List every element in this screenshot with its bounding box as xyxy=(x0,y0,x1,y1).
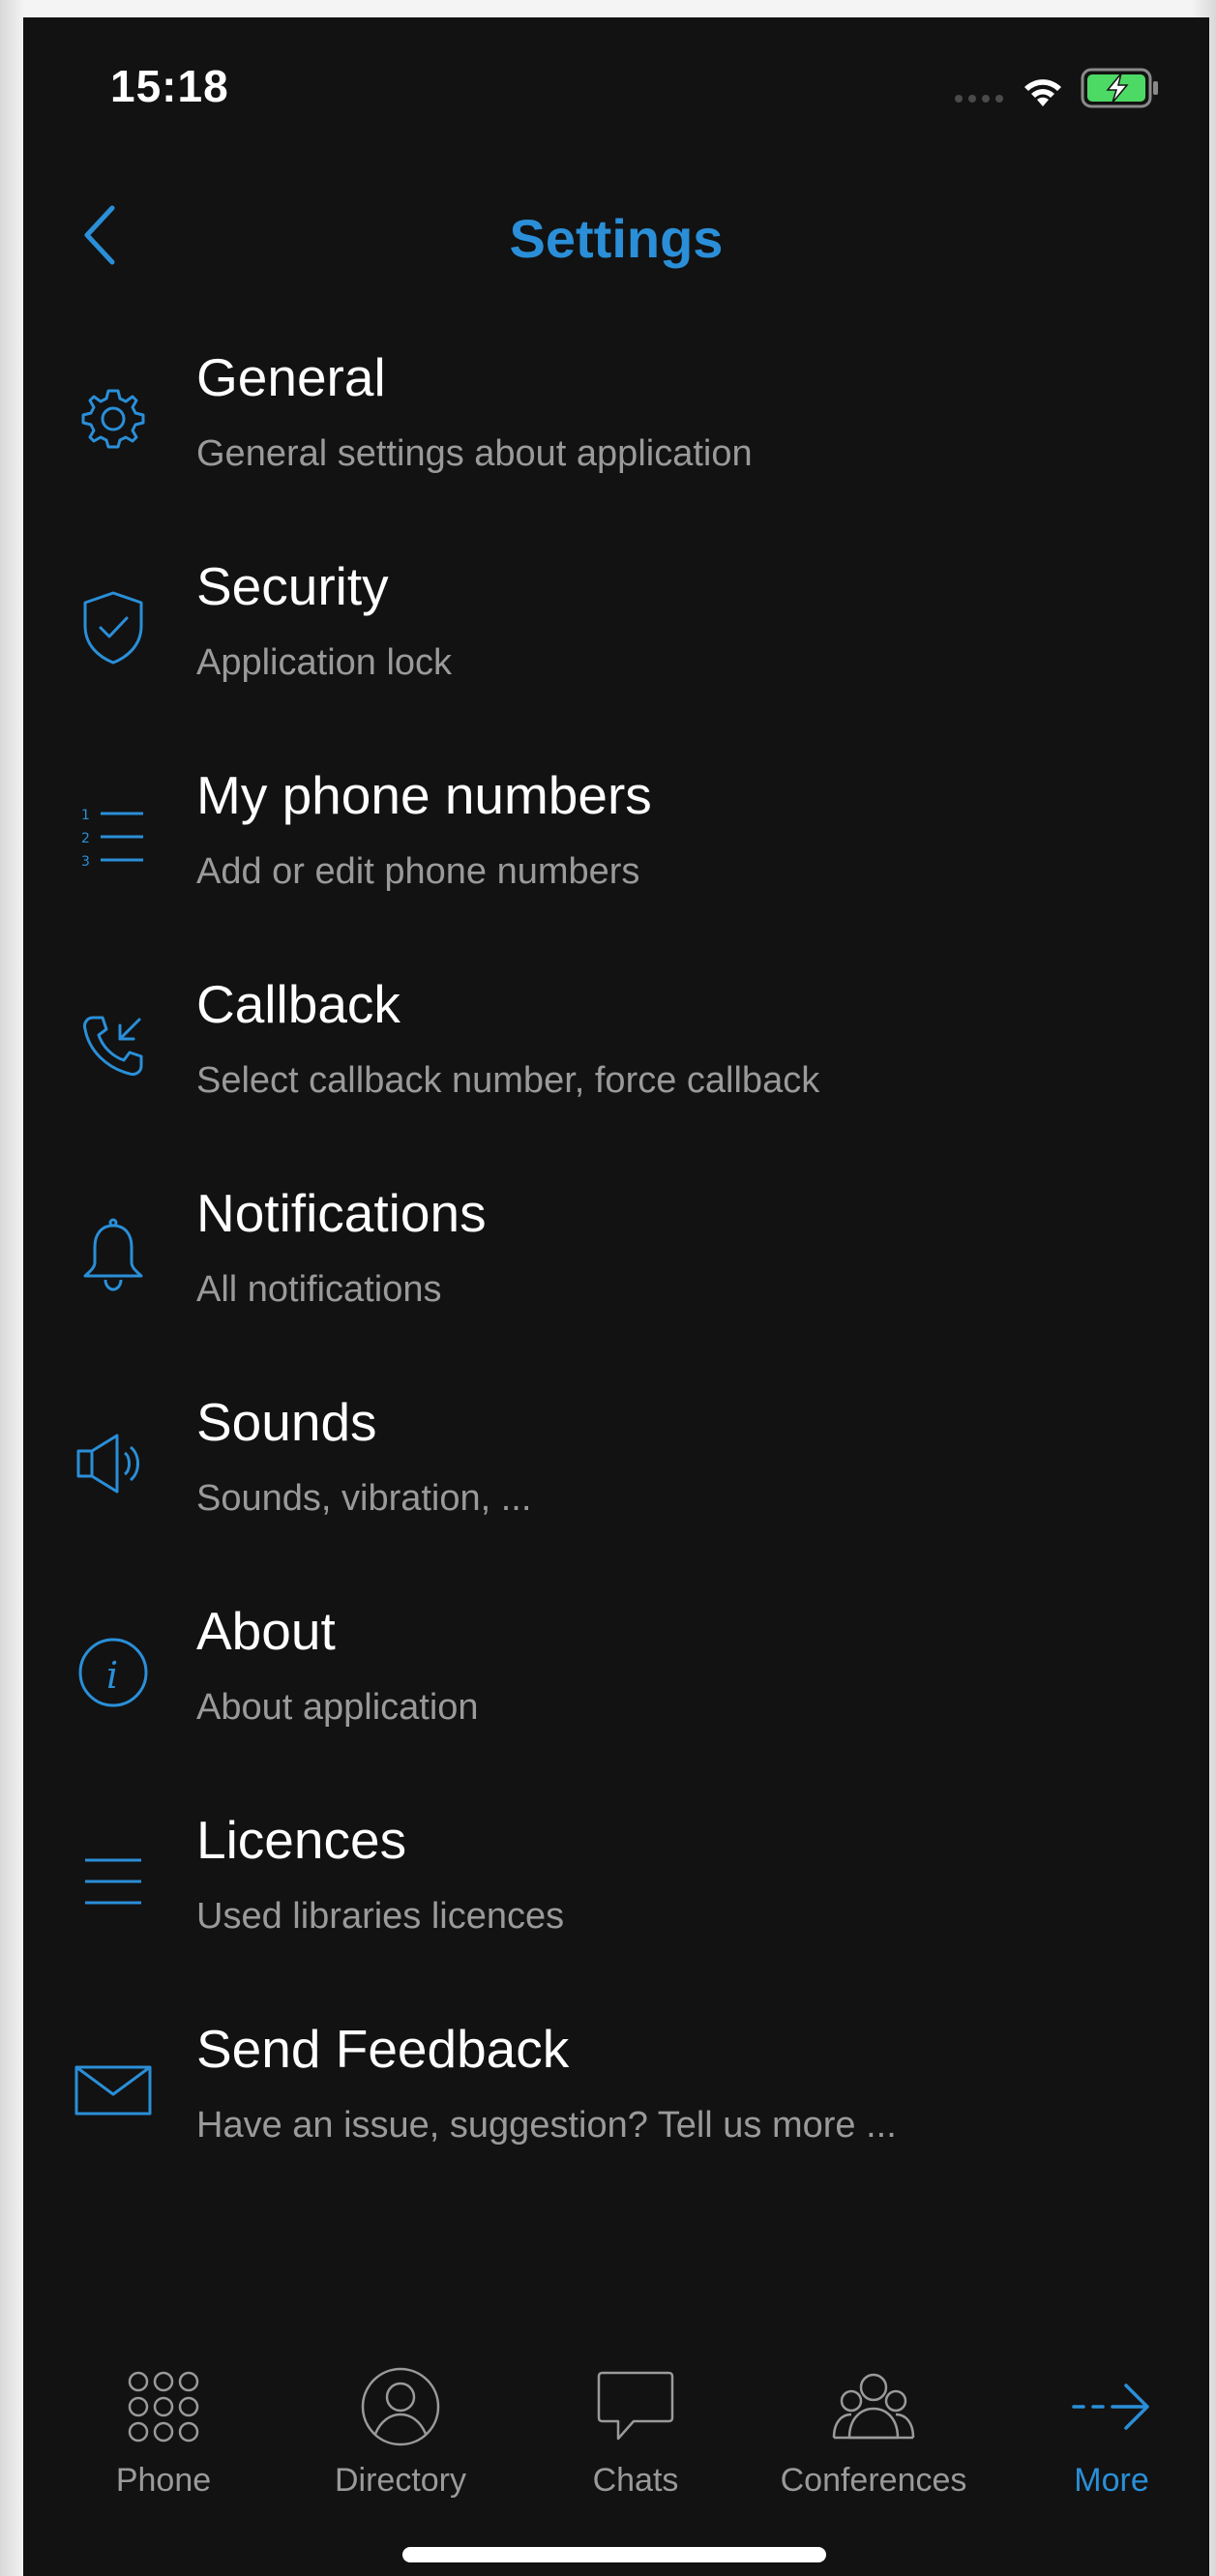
battery-charging-icon xyxy=(1081,68,1160,113)
info-icon: i xyxy=(70,1629,157,1716)
tab-directory[interactable]: Directory xyxy=(284,2344,517,2508)
lines-icon xyxy=(70,1838,157,1925)
settings-item-subtitle: Used libraries licences xyxy=(196,1896,565,1937)
settings-item-licences[interactable]: Licences Used libraries licences xyxy=(23,1799,1209,2008)
settings-item-title: Security xyxy=(196,556,389,616)
settings-item-subtitle: Add or edit phone numbers xyxy=(196,851,640,892)
keypad-icon xyxy=(47,2363,280,2450)
shield-check-icon xyxy=(70,584,157,671)
numbered-list-icon: 1 2 3 xyxy=(70,793,157,880)
bell-icon xyxy=(70,1211,157,1298)
settings-item-subtitle: Select callback number, force callback xyxy=(196,1060,820,1101)
person-icon xyxy=(284,2363,517,2450)
settings-item-sounds[interactable]: Sounds Sounds, vibration, ... xyxy=(23,1381,1209,1590)
wifi-icon xyxy=(1020,74,1066,113)
gear-icon xyxy=(70,375,157,462)
settings-item-title: Licences xyxy=(196,1810,407,1870)
settings-item-subtitle: General settings about application xyxy=(196,433,753,474)
app-screen: 15:18 Settings General General settings … xyxy=(23,17,1209,2576)
tab-label: Directory xyxy=(334,2462,467,2499)
settings-item-title: Send Feedback xyxy=(196,2019,570,2079)
svg-text:3: 3 xyxy=(81,854,90,868)
settings-item-general[interactable]: General General settings about applicati… xyxy=(23,337,1209,546)
settings-item-callback[interactable]: Callback Select callback number, force c… xyxy=(23,963,1209,1172)
chat-bubble-icon xyxy=(519,2363,752,2450)
status-bar: 15:18 xyxy=(23,17,1209,163)
settings-item-title: About xyxy=(196,1601,336,1661)
settings-item-title: Notifications xyxy=(196,1183,487,1243)
tab-label: Chats xyxy=(592,2462,679,2499)
tab-conferences[interactable]: Conferences xyxy=(757,2344,990,2508)
tab-more[interactable]: More xyxy=(995,2344,1209,2508)
settings-item-subtitle: Sounds, vibration, ... xyxy=(196,1478,532,1519)
speaker-icon xyxy=(70,1420,157,1507)
settings-item-subtitle: About application xyxy=(196,1687,479,1728)
device-frame: 15:18 Settings General General settings … xyxy=(0,0,1216,2576)
settings-item-title: General xyxy=(196,347,386,407)
settings-item-send-feedback[interactable]: Send Feedback Have an issue, suggestion?… xyxy=(23,2008,1209,2217)
tab-chats[interactable]: Chats xyxy=(519,2344,752,2508)
status-time: 15:18 xyxy=(110,61,229,111)
settings-item-title: Sounds xyxy=(196,1392,377,1452)
settings-item-title: My phone numbers xyxy=(196,765,652,825)
group-icon xyxy=(757,2363,990,2450)
envelope-icon xyxy=(70,2047,157,2134)
settings-item-subtitle: All notifications xyxy=(196,1269,442,1310)
page-title: Settings xyxy=(509,208,724,269)
arrow-right-icon xyxy=(995,2363,1209,2450)
tab-label: Conferences xyxy=(780,2462,967,2499)
settings-item-notifications[interactable]: Notifications All notifications xyxy=(23,1172,1209,1381)
svg-text:1: 1 xyxy=(81,808,90,823)
settings-list: General General settings about applicati… xyxy=(23,337,1209,2217)
home-indicator[interactable] xyxy=(402,2547,826,2562)
tab-bar: Phone Directory Chats Conferences More xyxy=(23,2344,1209,2508)
settings-item-my-phone-numbers[interactable]: 1 2 3 My phone numbers Add or edit phone… xyxy=(23,755,1209,963)
tab-label: More xyxy=(1074,2462,1149,2499)
settings-item-title: Callback xyxy=(196,974,400,1034)
settings-item-subtitle: Application lock xyxy=(196,642,453,683)
tab-phone[interactable]: Phone xyxy=(47,2344,280,2508)
settings-item-security[interactable]: Security Application lock xyxy=(23,546,1209,755)
settings-item-about[interactable]: i About About application xyxy=(23,1590,1209,1799)
cellular-signal-icon xyxy=(955,95,1003,103)
tab-label: Phone xyxy=(115,2462,212,2499)
svg-text:2: 2 xyxy=(81,831,90,846)
svg-text:i: i xyxy=(106,1654,118,1697)
phone-incoming-icon xyxy=(70,1002,157,1089)
settings-item-subtitle: Have an issue, suggestion? Tell us more … xyxy=(196,2105,897,2146)
